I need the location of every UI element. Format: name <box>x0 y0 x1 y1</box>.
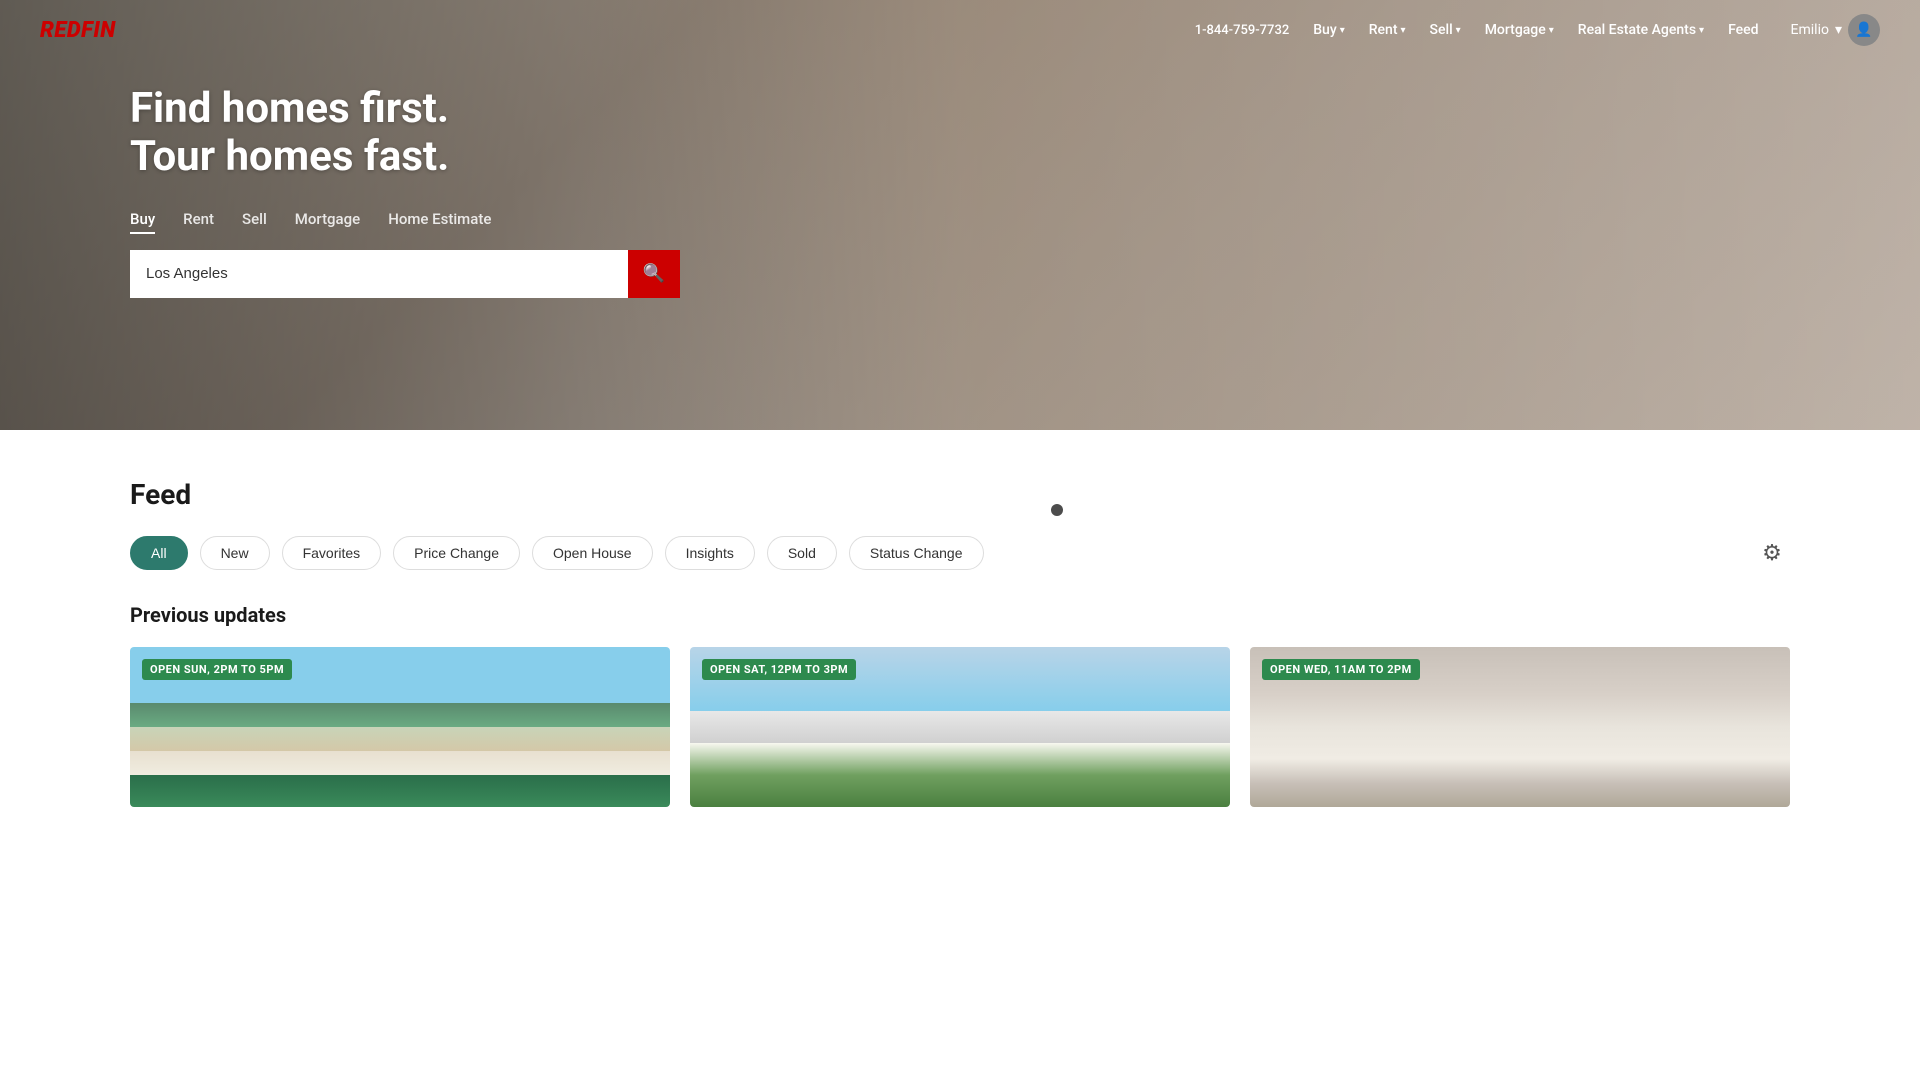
redfin-logo[interactable]: REDFIN <box>40 18 116 43</box>
hero-tab-rent[interactable]: Rent <box>183 210 214 234</box>
navbar: REDFIN 1-844-759-7732 Buy ▾ Rent ▾ Sell … <box>0 0 1920 60</box>
open-house-badge-1: OPEN SUN, 2PM TO 5PM <box>142 659 292 680</box>
rent-chevron-icon: ▾ <box>1401 25 1406 36</box>
card-image-2: OPEN SAT, 12PM TO 3PM <box>690 647 1230 807</box>
filter-insights[interactable]: Insights <box>665 536 755 570</box>
sell-chevron-icon: ▾ <box>1456 25 1461 36</box>
search-bar: 🔍 <box>130 250 680 298</box>
filter-status-change[interactable]: Status Change <box>849 536 984 570</box>
settings-button[interactable]: ⚙ <box>1754 535 1790 571</box>
card-image-1: OPEN SUN, 2PM TO 5PM <box>130 647 670 807</box>
nav-agents[interactable]: Real Estate Agents ▾ <box>1578 22 1704 38</box>
previous-updates-label: Previous updates <box>130 603 1790 627</box>
open-house-badge-2: OPEN SAT, 12PM TO 3PM <box>702 659 856 680</box>
card-image-3: OPEN WED, 11AM TO 2PM <box>1250 647 1790 807</box>
filter-new[interactable]: New <box>200 536 270 570</box>
filter-favorites[interactable]: Favorites <box>282 536 382 570</box>
hero-tab-sell[interactable]: Sell <box>242 210 267 234</box>
user-menu[interactable]: Emilio ▾ 👤 <box>1791 14 1880 46</box>
avatar: 👤 <box>1848 14 1880 46</box>
nav-feed[interactable]: Feed <box>1728 22 1758 38</box>
hero-headline: Find homes first. Tour homes fast. <box>130 85 680 182</box>
nav-rent[interactable]: Rent ▾ <box>1369 22 1406 38</box>
hero-content: Find homes first. Tour homes fast. Buy R… <box>130 85 680 298</box>
nav-sell[interactable]: Sell ▾ <box>1430 22 1461 38</box>
navbar-center: 1-844-759-7732 Buy ▾ Rent ▾ Sell ▾ Mortg… <box>1195 22 1759 38</box>
hero-section: Find homes first. Tour homes fast. Buy R… <box>0 0 1920 430</box>
hero-tab-buy[interactable]: Buy <box>130 210 155 234</box>
hero-tabs: Buy Rent Sell Mortgage Home Estimate <box>130 210 680 234</box>
mortgage-chevron-icon: ▾ <box>1549 25 1554 36</box>
nav-mortgage[interactable]: Mortgage ▾ <box>1485 22 1554 38</box>
buy-chevron-icon: ▾ <box>1340 25 1345 36</box>
filter-price-change[interactable]: Price Change <box>393 536 520 570</box>
hero-tab-home-estimate[interactable]: Home Estimate <box>388 210 491 234</box>
search-icon: 🔍 <box>643 263 665 284</box>
nav-buy[interactable]: Buy ▾ <box>1313 22 1345 38</box>
filter-sold[interactable]: Sold <box>767 536 837 570</box>
user-chevron-icon: ▾ <box>1835 22 1842 38</box>
feed-filters: All New Favorites Price Change Open Hous… <box>130 535 1790 571</box>
open-house-badge-3: OPEN WED, 11AM TO 2PM <box>1262 659 1420 680</box>
feed-section: Feed All New Favorites Price Change Open… <box>0 430 1920 807</box>
listing-card-3[interactable]: OPEN WED, 11AM TO 2PM <box>1250 647 1790 807</box>
cards-row: OPEN SUN, 2PM TO 5PM OPEN SAT, 12PM TO 3… <box>130 647 1790 807</box>
user-icon: 👤 <box>1855 22 1872 38</box>
listing-card-1[interactable]: OPEN SUN, 2PM TO 5PM <box>130 647 670 807</box>
filter-all[interactable]: All <box>130 536 188 570</box>
hero-tab-mortgage[interactable]: Mortgage <box>295 210 360 234</box>
navbar-right: Emilio ▾ 👤 <box>1791 14 1880 46</box>
listing-card-2[interactable]: OPEN SAT, 12PM TO 3PM <box>690 647 1230 807</box>
search-input[interactable] <box>130 250 628 298</box>
filter-open-house[interactable]: Open House <box>532 536 653 570</box>
agents-chevron-icon: ▾ <box>1699 25 1704 36</box>
navbar-phone: 1-844-759-7732 <box>1195 23 1290 38</box>
gear-icon: ⚙ <box>1762 540 1782 566</box>
search-button[interactable]: 🔍 <box>628 250 680 298</box>
feed-title: Feed <box>130 478 1790 511</box>
